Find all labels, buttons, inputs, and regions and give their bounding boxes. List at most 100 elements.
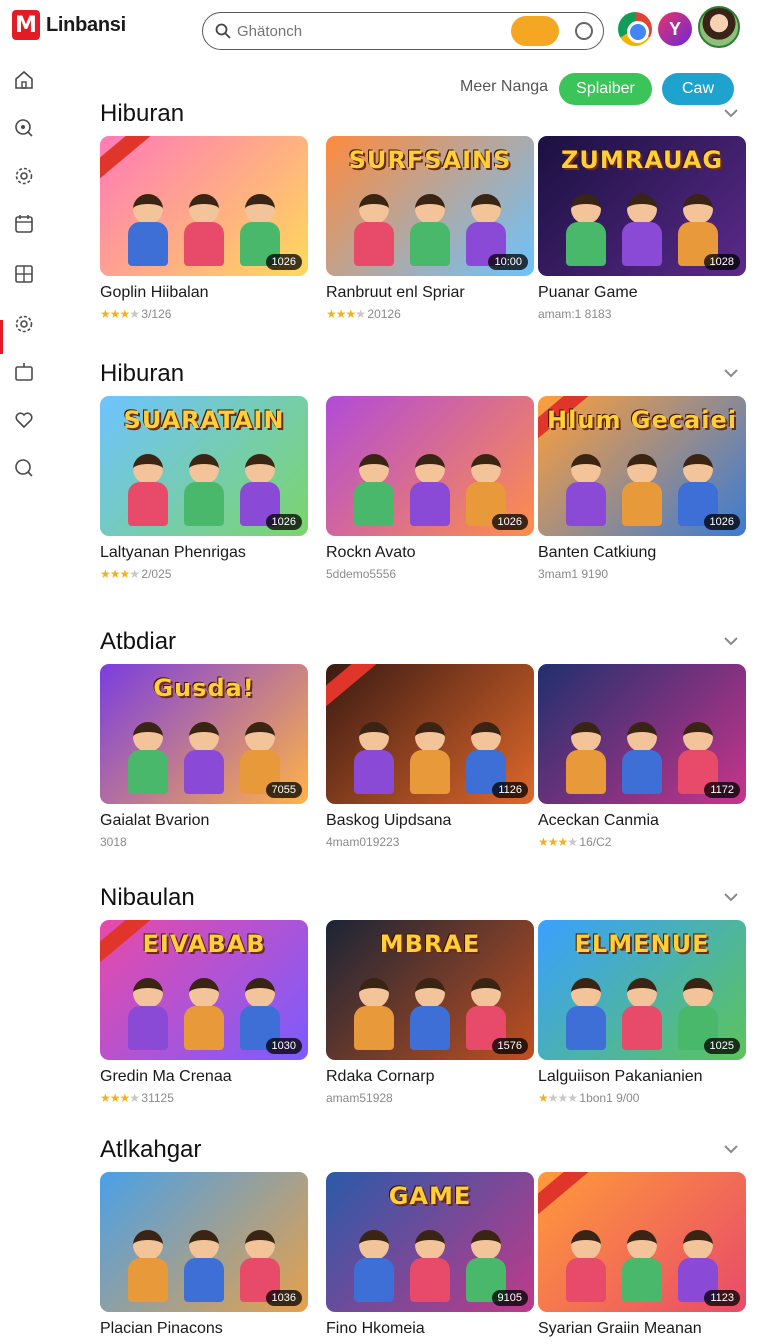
- section-title: Atbdiar: [100, 628, 177, 655]
- sort-label[interactable]: Meer Nanga: [460, 78, 548, 96]
- game-title[interactable]: Lalguiison Pakanianien: [538, 1068, 746, 1086]
- game-thumbnail[interactable]: 1126: [326, 664, 534, 804]
- game-card[interactable]: ELMENUE 1025 Lalguiison Pakanianien ★★★★ 1b…: [538, 920, 746, 1105]
- character-figure: [354, 454, 394, 526]
- character-figure: [128, 1230, 168, 1302]
- meta-text: 16/C2: [579, 835, 612, 849]
- game-thumbnail[interactable]: MBRAE 1576: [326, 920, 534, 1060]
- chevron-down-icon[interactable]: [722, 104, 740, 122]
- app-logo[interactable]: M Linbansi: [12, 10, 126, 40]
- game-meta: ★★★★ 16/C2: [538, 835, 746, 849]
- search-icon: [15, 459, 33, 477]
- search-input[interactable]: [237, 22, 497, 40]
- game-card[interactable]: MBRAE 1576 Rdaka Cornarp amam51928: [326, 920, 534, 1105]
- game-thumbnail[interactable]: ELMENUE 1025: [538, 920, 746, 1060]
- sidebar-active-indicator: [0, 320, 3, 354]
- sidebar-item-home[interactable]: [10, 66, 38, 94]
- game-card[interactable]: 1126 Baskog Uipdsana 4mam019223: [326, 664, 534, 849]
- character-figure: [128, 722, 168, 794]
- game-card[interactable]: EIVABAB 1030 Gredin Ma Crenaa ★★★★ 31125: [100, 920, 308, 1105]
- character-figure: [622, 454, 662, 526]
- game-thumbnail[interactable]: SUARATAIN 1026: [100, 396, 308, 536]
- thumbnail-title-art: Hlum Gecaiei: [547, 406, 737, 434]
- character-figure: [410, 454, 450, 526]
- character-figure: [622, 1230, 662, 1302]
- game-title[interactable]: Goplin Hiibalan: [100, 284, 308, 302]
- player-count-badge: 10:00: [488, 254, 528, 270]
- rating-stars: ★★★★: [538, 1091, 578, 1105]
- chevron-down-icon[interactable]: [722, 632, 740, 650]
- game-title[interactable]: Syarian Graiin Meanan: [538, 1320, 746, 1338]
- game-card[interactable]: 1026 Goplin Hiibalan ★★★★ 3/126: [100, 136, 308, 321]
- game-card[interactable]: GAME9105Fino Hkomeia★★★★ 59/123: [326, 1172, 534, 1344]
- game-card[interactable]: SUARATAIN 1026 Laltyanan Phenrigas ★★★★ 2/0…: [100, 396, 308, 581]
- chevron-down-icon[interactable]: [722, 888, 740, 906]
- thumbnail-title-art: SURFSAINS: [348, 146, 512, 174]
- game-title[interactable]: Gaialat Bvarion: [100, 812, 308, 830]
- game-thumbnail[interactable]: 1026: [326, 396, 534, 536]
- avatar[interactable]: [698, 6, 740, 48]
- sidebar: [0, 62, 48, 502]
- gear-icon: [15, 167, 33, 185]
- game-title[interactable]: Placian Pinacons: [100, 1320, 308, 1338]
- game-title[interactable]: Rdaka Cornarp: [326, 1068, 534, 1086]
- sidebar-item-search-2[interactable]: [10, 454, 38, 482]
- character-figure: [128, 194, 168, 266]
- toggle-knob: [511, 16, 559, 46]
- game-title[interactable]: Rockn Avato: [326, 544, 534, 562]
- game-thumbnail[interactable]: 1026: [100, 136, 308, 276]
- game-thumbnail[interactable]: Gusda! 7055: [100, 664, 308, 804]
- rating-stars: ★★★★: [100, 307, 140, 321]
- game-thumbnail[interactable]: 1036: [100, 1172, 308, 1312]
- sidebar-item-calendar[interactable]: [10, 210, 38, 238]
- game-card[interactable]: Gusda! 7055 Gaialat Bvarion 3018: [100, 664, 308, 849]
- ribbon-badge: [100, 136, 151, 181]
- search-bar[interactable]: [202, 12, 604, 50]
- game-title[interactable]: Baskog Uipdsana: [326, 812, 534, 830]
- game-title[interactable]: Aceckan Canmia: [538, 812, 746, 830]
- game-thumbnail[interactable]: Hlum Gecaiei 1026: [538, 396, 746, 536]
- game-meta: 3018: [100, 835, 308, 849]
- search-icon: [15, 119, 33, 137]
- game-card[interactable]: 1123Syarian Graiin Meanan4mam1 9777: [538, 1172, 746, 1344]
- game-thumbnail[interactable]: EIVABAB 1030: [100, 920, 308, 1060]
- sidebar-item-favorites[interactable]: [10, 406, 38, 434]
- player-count-badge: 1036: [265, 1290, 302, 1306]
- game-card[interactable]: 1172 Aceckan Canmia ★★★★ 16/C2: [538, 664, 746, 849]
- yahoo-icon[interactable]: Y: [658, 12, 692, 46]
- chevron-down-icon[interactable]: [722, 364, 740, 382]
- chrome-icon[interactable]: [618, 12, 652, 46]
- game-thumbnail[interactable]: ZUMRAUAG 1028: [538, 136, 746, 276]
- sidebar-item-settings[interactable]: [10, 310, 38, 338]
- game-title[interactable]: Gredin Ma Crenaa: [100, 1068, 308, 1086]
- sidebar-item-search[interactable]: [10, 114, 38, 142]
- game-title[interactable]: Laltyanan Phenrigas: [100, 544, 308, 562]
- meta-text: 20126: [367, 307, 401, 321]
- game-thumbnail[interactable]: 1172: [538, 664, 746, 804]
- game-thumbnail[interactable]: GAME 9105: [326, 1172, 534, 1312]
- thumbnail-title-art: GAME: [388, 1182, 472, 1210]
- player-count-badge: 1026: [265, 254, 302, 270]
- meta-text: amam51928: [326, 1091, 393, 1105]
- sidebar-item-tv[interactable]: [10, 358, 38, 386]
- sidebar-item-grid[interactable]: [10, 260, 38, 288]
- search-toggle[interactable]: [507, 16, 599, 46]
- player-count-badge: 1172: [704, 782, 740, 798]
- game-title[interactable]: Banten Catkiung: [538, 544, 746, 562]
- sidebar-item-gear[interactable]: [10, 162, 38, 190]
- game-card[interactable]: Hlum Gecaiei 1026 Banten Catkiung 3mam1 919…: [538, 396, 746, 581]
- game-title[interactable]: Ranbruut enl Spriar: [326, 284, 534, 302]
- player-count-badge: 1026: [703, 514, 740, 530]
- game-card[interactable]: 1036Placian Pinacons★★★★ 8932: [100, 1172, 308, 1344]
- game-meta: ★★★★ 1bon1 9/00: [538, 1091, 746, 1105]
- game-thumbnail[interactable]: SURFSAINS 10:00: [326, 136, 534, 276]
- character-figure: [566, 454, 606, 526]
- chevron-down-icon[interactable]: [722, 1140, 740, 1158]
- game-meta: 3mam1 9190: [538, 567, 746, 581]
- game-thumbnail[interactable]: 1123: [538, 1172, 746, 1312]
- game-title[interactable]: Puanar Game: [538, 284, 746, 302]
- game-title[interactable]: Fino Hkomeia: [326, 1320, 534, 1338]
- game-card[interactable]: SURFSAINS 10:00 Ranbruut enl Spriar ★★★★ 20…: [326, 136, 534, 321]
- game-card[interactable]: ZUMRAUAG 1028 Puanar Game amam:1 8183: [538, 136, 746, 321]
- game-card[interactable]: 1026 Rockn Avato 5ddemo5556: [326, 396, 534, 581]
